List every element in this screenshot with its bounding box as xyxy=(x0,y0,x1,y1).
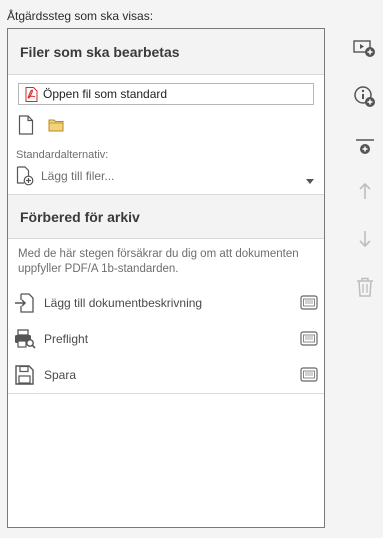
step-label: Preflight xyxy=(44,332,89,346)
add-instruction-icon xyxy=(353,85,377,109)
section-end-divider xyxy=(8,393,324,394)
save-icon xyxy=(14,365,36,385)
chevron-down-icon xyxy=(306,173,314,187)
move-down-button[interactable] xyxy=(352,226,378,252)
action-steps-panel: Filer som ska bearbetas Öppen fil som st… xyxy=(7,28,325,528)
step-options-icon[interactable] xyxy=(300,331,318,349)
add-instruction-button[interactable] xyxy=(352,84,378,110)
step-save[interactable]: Spara xyxy=(14,363,318,387)
preflight-icon xyxy=(14,329,36,349)
pdf-file-icon xyxy=(25,86,38,102)
add-tool-button[interactable] xyxy=(352,35,378,61)
add-panel-divider-icon xyxy=(354,137,376,157)
step-add-doc-description[interactable]: Lägg till dokumentbeskrivning xyxy=(14,291,318,315)
step-label: Lägg till dokumentbeskrivning xyxy=(44,296,203,310)
move-down-icon xyxy=(358,230,372,248)
selected-file-label: Öppen fil som standard xyxy=(43,87,168,101)
add-tool-icon xyxy=(353,38,377,58)
archive-section-header: Förbered för arkiv xyxy=(8,194,324,239)
add-doc-description-icon xyxy=(14,293,36,313)
default-options-label: Standardalternativ: xyxy=(16,149,109,161)
archive-description: Med de här stegen försäkrar du dig om at… xyxy=(18,248,299,275)
step-preflight[interactable]: Preflight xyxy=(14,327,318,351)
move-up-button[interactable] xyxy=(352,178,378,204)
add-file-icon[interactable] xyxy=(18,115,34,135)
move-up-icon xyxy=(358,182,372,200)
step-label: Spara xyxy=(44,368,77,382)
step-options-icon[interactable] xyxy=(300,367,318,385)
add-files-label: Lägg till filer... xyxy=(41,169,115,183)
delete-button[interactable] xyxy=(352,274,378,300)
add-files-dropdown[interactable]: Lägg till filer... xyxy=(16,165,316,187)
step-options-icon[interactable] xyxy=(300,295,318,313)
actions-title: Åtgärdssteg som ska visas: xyxy=(7,9,154,23)
files-section-header: Filer som ska bearbetas xyxy=(8,29,324,75)
add-folder-icon[interactable] xyxy=(48,118,64,132)
selected-file-item[interactable]: Öppen fil som standard xyxy=(18,83,314,105)
delete-icon xyxy=(356,277,374,297)
add-files-icon xyxy=(16,166,34,186)
add-panel-divider-button[interactable] xyxy=(352,134,378,160)
